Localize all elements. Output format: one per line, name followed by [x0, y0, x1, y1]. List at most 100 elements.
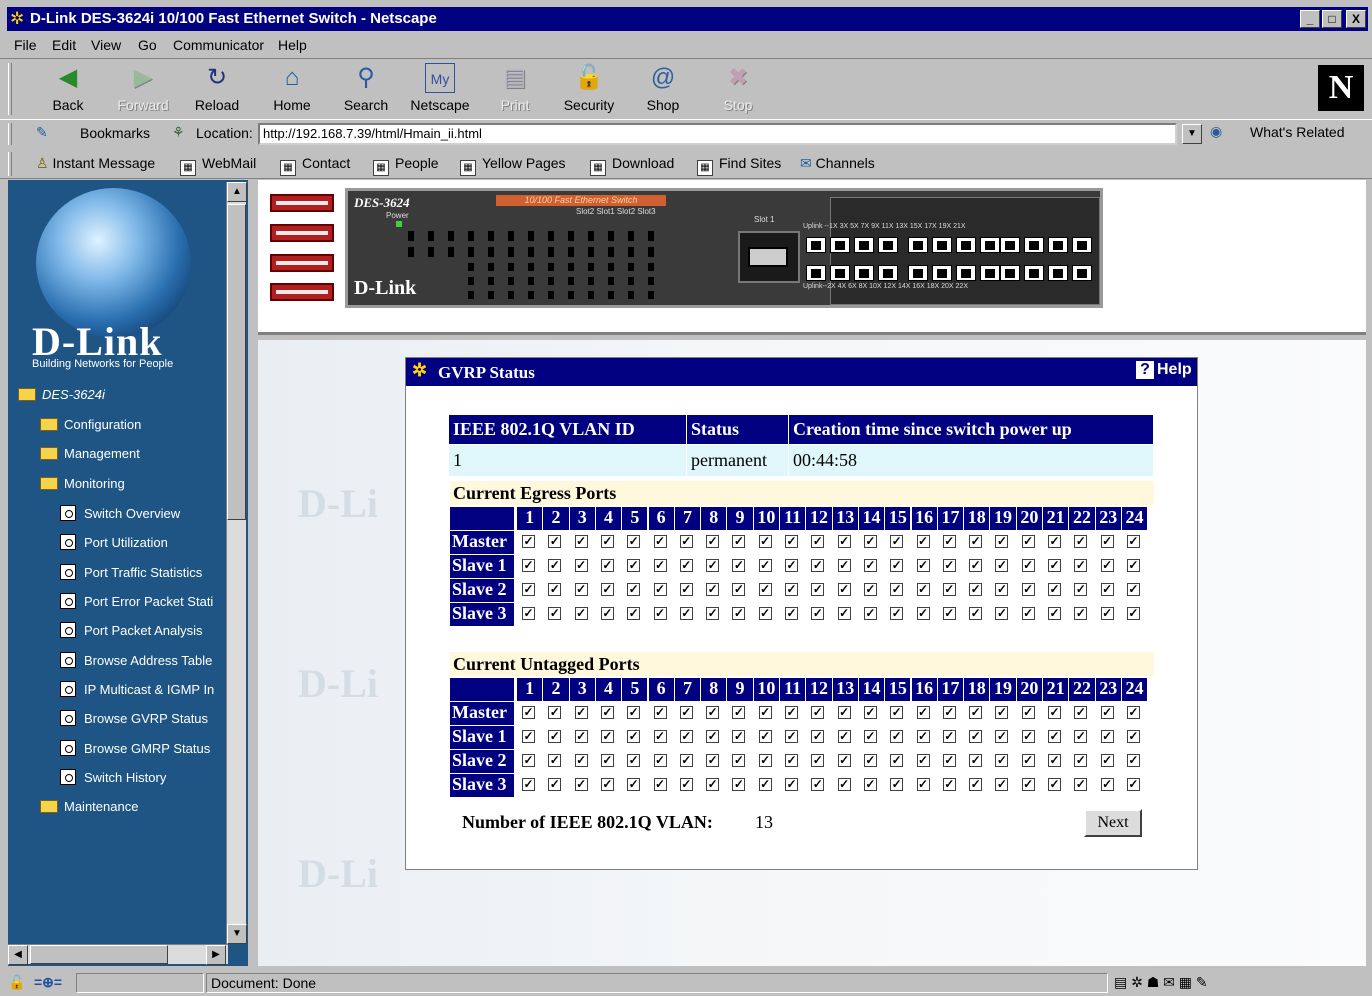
port-checkbox[interactable]: ✓	[916, 535, 930, 548]
port-checkbox[interactable]: ✓	[1074, 754, 1088, 767]
port-checkbox[interactable]: ✓	[522, 535, 535, 548]
port-checkbox[interactable]: ✓	[785, 730, 798, 743]
port-checkbox[interactable]: ✓	[785, 583, 798, 596]
port-checkbox[interactable]: ✓	[758, 754, 772, 767]
port-checkbox[interactable]: ✓	[1074, 706, 1088, 719]
port-checkbox[interactable]: ✓	[758, 730, 772, 743]
port-checkbox[interactable]: ✓	[522, 583, 535, 596]
port-checkbox[interactable]: ✓	[706, 778, 720, 791]
rj45-port[interactable]	[932, 237, 952, 253]
tree-root[interactable]: DES-3624i	[18, 387, 105, 402]
port-checkbox[interactable]: ✓	[679, 583, 693, 596]
menu-edit[interactable]: Edit	[52, 37, 76, 53]
port-checkbox[interactable]: ✓	[1100, 607, 1114, 620]
sidebar-vertical-scrollbar[interactable]: ▲ ▼	[226, 182, 247, 944]
port-checkbox[interactable]: ✓	[627, 754, 641, 767]
port-checkbox[interactable]: ✓	[837, 559, 851, 572]
port-checkbox[interactable]: ✓	[1126, 607, 1140, 620]
port-checkbox[interactable]: ✓	[548, 778, 562, 791]
back-button[interactable]: ◀ Back	[33, 63, 103, 113]
rj45-port[interactable]	[932, 265, 952, 281]
port-checkbox[interactable]: ✓	[942, 754, 956, 767]
port-checkbox[interactable]: ✓	[811, 778, 825, 791]
port-checkbox[interactable]: ✓	[653, 583, 667, 596]
port-checkbox[interactable]: ✓	[548, 559, 562, 572]
port-checkbox[interactable]: ✓	[600, 706, 614, 719]
port-checkbox[interactable]: ✓	[811, 535, 825, 548]
port-checkbox[interactable]: ✓	[1021, 730, 1035, 743]
port-checkbox[interactable]: ✓	[1126, 730, 1140, 743]
port-checkbox[interactable]: ✓	[1048, 607, 1061, 620]
port-checkbox[interactable]: ✓	[1074, 583, 1088, 596]
port-checkbox[interactable]: ✓	[706, 706, 720, 719]
port-checkbox[interactable]: ✓	[600, 583, 614, 596]
port-checkbox[interactable]: ✓	[969, 778, 983, 791]
rj45-port[interactable]	[1048, 265, 1068, 281]
port-checkbox[interactable]: ✓	[627, 583, 641, 596]
port-checkbox[interactable]: ✓	[995, 535, 1009, 548]
rj45-port[interactable]	[806, 237, 826, 253]
port-checkbox[interactable]: ✓	[1074, 778, 1088, 791]
port-checkbox[interactable]: ✓	[758, 535, 772, 548]
minimize-button[interactable]: _	[1300, 10, 1320, 28]
port-checkbox[interactable]: ✓	[653, 778, 667, 791]
port-checkbox[interactable]: ✓	[548, 706, 562, 719]
port-checkbox[interactable]: ✓	[811, 730, 825, 743]
tree-item-port-packet-analysis[interactable]: Port Packet Analysis	[60, 622, 203, 638]
port-checkbox[interactable]: ✓	[653, 535, 667, 548]
port-checkbox[interactable]: ✓	[1126, 559, 1140, 572]
port-checkbox[interactable]: ✓	[706, 607, 720, 620]
port-checkbox[interactable]: ✓	[995, 706, 1009, 719]
close-button[interactable]: X	[1346, 10, 1366, 28]
port-checkbox[interactable]: ✓	[732, 778, 746, 791]
slot-module-1[interactable]	[270, 194, 334, 212]
port-checkbox[interactable]: ✓	[758, 583, 772, 596]
port-checkbox[interactable]: ✓	[574, 778, 588, 791]
rj45-port[interactable]	[830, 237, 850, 253]
port-checkbox[interactable]: ✓	[574, 754, 588, 767]
rj45-port[interactable]	[830, 265, 850, 281]
port-checkbox[interactable]: ✓	[942, 559, 956, 572]
tree-item-port-traffic-statistics[interactable]: Port Traffic Statistics	[60, 564, 202, 580]
port-checkbox[interactable]: ✓	[574, 583, 588, 596]
fiber-module[interactable]	[738, 231, 800, 283]
port-checkbox[interactable]: ✓	[758, 778, 772, 791]
port-checkbox[interactable]: ✓	[548, 583, 562, 596]
port-checkbox[interactable]: ✓	[522, 754, 535, 767]
port-checkbox[interactable]: ✓	[995, 607, 1009, 620]
port-checkbox[interactable]: ✓	[1048, 778, 1061, 791]
port-checkbox[interactable]: ✓	[653, 559, 667, 572]
rj45-port[interactable]	[1048, 237, 1068, 253]
port-checkbox[interactable]: ✓	[785, 706, 798, 719]
port-checkbox[interactable]: ✓	[942, 730, 956, 743]
port-checkbox[interactable]: ✓	[969, 559, 983, 572]
port-checkbox[interactable]: ✓	[627, 730, 641, 743]
tree-item-browse-gvrp-status[interactable]: Browse GVRP Status	[60, 710, 208, 726]
port-checkbox[interactable]: ✓	[890, 706, 904, 719]
scroll-right-button[interactable]: ▶	[206, 945, 226, 965]
port-checkbox[interactable]: ✓	[942, 607, 956, 620]
port-checkbox[interactable]: ✓	[548, 754, 562, 767]
port-checkbox[interactable]: ✓	[522, 559, 535, 572]
port-checkbox[interactable]: ✓	[890, 754, 904, 767]
tree-item-switch-overview[interactable]: Switch Overview	[60, 505, 180, 521]
reload-button[interactable]: ↻ Reload	[182, 63, 252, 113]
port-checkbox[interactable]: ✓	[811, 754, 825, 767]
port-checkbox[interactable]: ✓	[706, 754, 720, 767]
rj45-port[interactable]	[1072, 265, 1092, 281]
help-link[interactable]: ? Help	[1136, 361, 1192, 379]
port-checkbox[interactable]: ✓	[574, 706, 588, 719]
port-checkbox[interactable]: ✓	[574, 559, 588, 572]
tree-item-browse-gmrp-status[interactable]: Browse GMRP Status	[60, 740, 210, 756]
port-checkbox[interactable]: ✓	[837, 607, 851, 620]
port-checkbox[interactable]: ✓	[706, 535, 720, 548]
port-checkbox[interactable]: ✓	[890, 559, 904, 572]
port-checkbox[interactable]: ✓	[995, 754, 1009, 767]
port-checkbox[interactable]: ✓	[1048, 754, 1061, 767]
shop-button[interactable]: @ Shop	[628, 63, 698, 113]
port-checkbox[interactable]: ✓	[863, 730, 877, 743]
port-checkbox[interactable]: ✓	[679, 778, 693, 791]
tree-folder-maintenance[interactable]: Maintenance	[40, 799, 138, 814]
slot-module-3[interactable]	[270, 254, 334, 272]
port-checkbox[interactable]: ✓	[995, 583, 1009, 596]
